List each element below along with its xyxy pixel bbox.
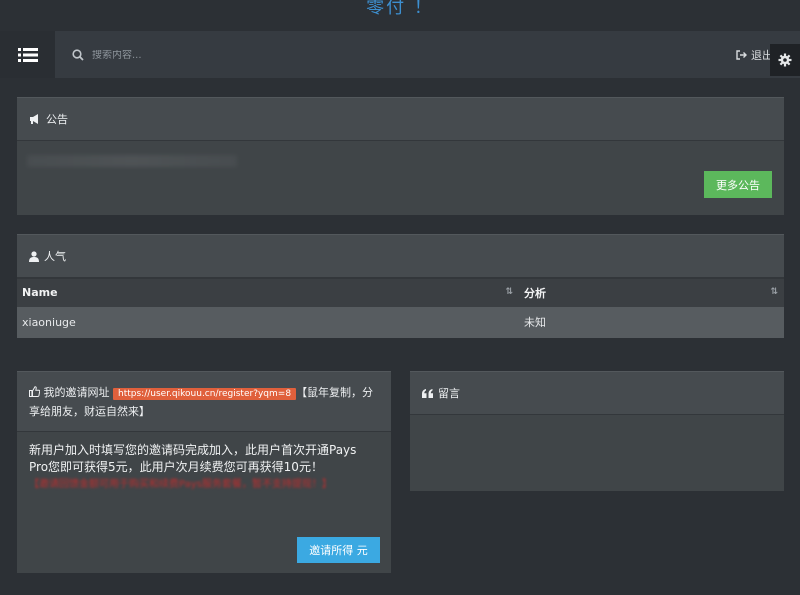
message-panel-header: 留言 (410, 372, 784, 415)
list-icon (17, 47, 38, 62)
menu-toggle-button[interactable] (0, 31, 55, 78)
cell-name: xiaoniuge (17, 306, 519, 338)
invite-url[interactable]: https://user.qikouu.cn/register?yqm=8 (113, 388, 297, 400)
notice-panel-header: 公告 (17, 98, 784, 141)
gear-icon (778, 53, 792, 67)
invite-earnings-button[interactable]: 邀请所得 元 (297, 537, 380, 563)
notice-body: 更多公告 (17, 141, 784, 215)
column-header-analysis[interactable]: 分析 ⇅ (519, 278, 784, 307)
column-header-name[interactable]: Name ⇅ (17, 278, 519, 307)
sort-alpha-icon: ⇅ (505, 287, 513, 297)
message-panel: 留言 (410, 371, 784, 491)
user-secret-icon (29, 250, 39, 262)
invite-panel-header: 我的邀请网址 https://user.qikouu.cn/register?y… (17, 372, 391, 432)
notice-title: 公告 (46, 113, 68, 126)
notice-content-blurred (27, 155, 237, 167)
popular-table: Name ⇅ 分析 ⇅ xiaoniuge 未知 (17, 278, 784, 338)
notice-panel: 公告 更多公告 (17, 97, 784, 215)
brand-title: 零付 ！ (366, 0, 434, 18)
quote-left-icon (422, 388, 433, 398)
popular-panel: 人气 Name ⇅ 分析 ⇅ xiaoniuge 未知 (17, 234, 784, 338)
table-row: xiaoniuge 未知 (17, 306, 784, 338)
invite-panel: 我的邀请网址 https://user.qikouu.cn/register?y… (17, 371, 391, 573)
more-notices-button[interactable]: 更多公告 (704, 171, 772, 198)
message-title: 留言 (438, 387, 460, 400)
search-input[interactable] (92, 49, 392, 61)
thumbs-up-icon (29, 386, 41, 397)
popular-panel-header: 人气 (17, 235, 784, 278)
sign-out-icon (736, 50, 747, 60)
sort-icon: ⇅ (770, 287, 778, 297)
invite-body: 新用户加入时填写您的邀请码完成加入，此用户首次开通Pays Pro您即可获得5元… (17, 432, 391, 502)
search-icon (72, 49, 84, 61)
bullhorn-icon (30, 114, 38, 124)
settings-button[interactable] (770, 44, 800, 76)
logout-link[interactable]: 退出 (736, 47, 773, 63)
search-box (72, 46, 392, 64)
top-navbar: 退出 (0, 31, 800, 78)
invite-description: 新用户加入时填写您的邀请码完成加入，此用户首次开通Pays Pro您即可获得5元… (29, 443, 357, 474)
popular-title: 人气 (44, 250, 66, 263)
cell-analysis: 未知 (519, 306, 784, 338)
invite-red-note: 【邀请回馈金额可用于购买和续费Pays服务套餐，暂不支持提现！】 (29, 479, 332, 490)
invite-label: 我的邀请网址 (43, 386, 110, 399)
